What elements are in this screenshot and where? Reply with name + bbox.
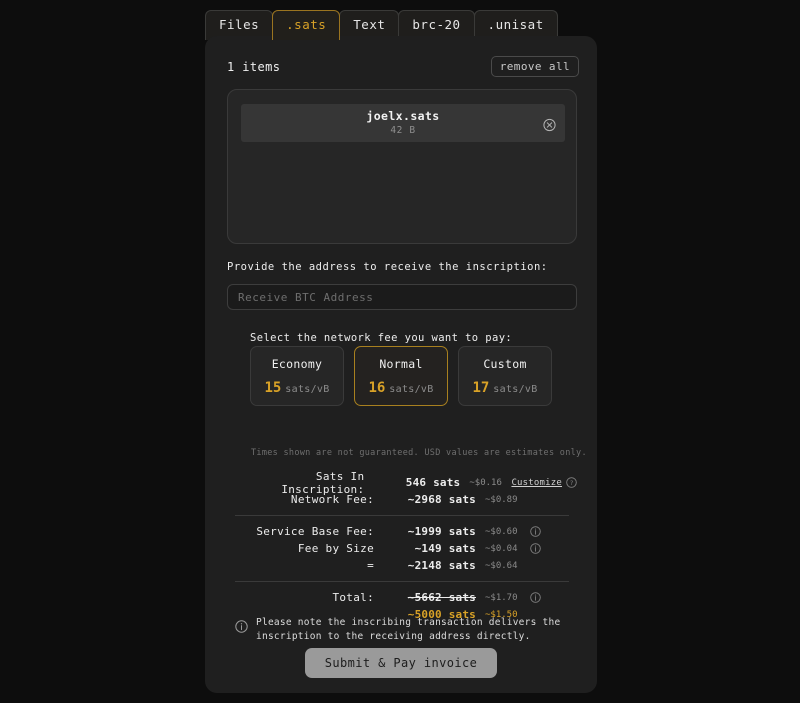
fee-option-rate: 17 [472,379,490,396]
table-row: = ~2148 sats ~$0.64 [227,557,577,574]
row-label: Service Base Fee: [256,525,374,538]
network-fee-options: Economy 15 sats/vB Normal 16 sats/vB Cus… [250,346,552,406]
row-usd: ~$0.60 [485,526,518,537]
table-row: Service Base Fee: ~1999 sats ~$0.60 [227,523,577,540]
network-fee-label: Select the network fee you want to pay: [250,332,513,344]
inscription-panel: 1 items remove all joelx.sats 42 B Provi… [205,36,597,693]
file-dropzone[interactable]: joelx.sats 42 B [227,89,577,244]
fee-option-value: 15 sats/vB [264,380,329,396]
fee-option-value: 16 sats/vB [368,380,433,396]
fee-option-value: 17 sats/vB [472,380,537,396]
address-label: Provide the address to receive the inscr… [227,261,548,273]
row-label: Sats In Inscription: [281,469,365,496]
fee-option-unit: sats/vB [285,383,330,395]
total-original-sats: ~5662 sats [407,591,476,604]
fee-option-name: Economy [271,356,323,371]
panel-toolbar: 1 items remove all [227,56,579,77]
items-count-label: 1 items [227,59,281,74]
customize-link[interactable]: Customize [511,478,562,488]
svg-text:?: ? [570,479,574,487]
fee-option-custom[interactable]: Custom 17 sats/vB [458,346,552,406]
table-row: Network Fee: ~2968 sats ~$0.89 [227,491,577,508]
fee-option-unit: sats/vB [493,383,538,395]
file-meta: joelx.sats 42 B [366,109,439,136]
info-circle-icon[interactable] [530,526,541,537]
table-row: Fee by Size ~149 sats ~$0.04 [227,540,577,557]
row-extra: Customize ? [511,477,577,488]
fee-option-name: Normal [379,356,423,371]
circle-x-icon[interactable] [543,117,556,132]
row-label: = [367,559,374,572]
fee-option-economy[interactable]: Economy 15 sats/vB [250,346,344,406]
row-label: Fee by Size [297,542,374,555]
fee-option-rate: 16 [368,379,386,396]
fee-disclaimer: Times shown are not guaranteed. USD valu… [251,448,587,458]
receive-address-input[interactable] [227,284,577,310]
row-usd: ~$0.89 [485,494,518,505]
row-sats: ~1999 sats [407,525,476,538]
app-root: Files .sats Text brc-20 .unisat 1 items … [0,0,800,703]
fee-option-name: Custom [483,356,527,371]
info-circle-icon[interactable] [530,543,541,554]
file-size: 42 B [390,124,416,136]
fee-option-rate: 15 [264,379,282,396]
row-sats: ~2968 sats [407,493,476,506]
row-sats: ~149 sats [414,542,476,555]
row-usd: ~$0.04 [485,543,518,554]
list-item[interactable]: joelx.sats 42 B [241,104,565,142]
table-row-total: Total: ~5662 sats ~$1.70 [227,589,577,606]
info-circle-icon[interactable] [530,592,541,603]
table-row: Sats In Inscription: 546 sats ~$0.16 Cus… [227,470,577,496]
info-circle-icon [235,618,248,637]
row-sats: 546 sats [405,476,461,489]
row-sats: ~2148 sats [407,559,476,572]
remove-all-button[interactable]: remove all [490,56,579,77]
delivery-note-text: Please note the inscribing transaction d… [256,617,561,643]
fee-option-normal[interactable]: Normal 16 sats/vB [354,346,448,406]
row-usd: ~$0.64 [485,560,518,571]
divider [235,581,569,582]
divider [235,515,569,516]
row-usd: ~$0.16 [469,477,502,488]
total-label: Total: [332,591,374,604]
fee-breakdown: Sats In Inscription: 546 sats ~$0.16 Cus… [227,470,577,623]
total-original-usd: ~$1.70 [485,592,518,603]
tab-sats[interactable]: .sats [272,10,341,40]
file-name: joelx.sats [366,109,440,124]
help-circle-icon[interactable]: ? [566,477,577,488]
delivery-note: Please note the inscribing transaction d… [235,616,571,645]
row-label: Network Fee: [290,493,374,506]
fee-option-unit: sats/vB [389,383,434,395]
submit-area: Submit & Pay invoice [205,648,597,678]
submit-pay-invoice-button[interactable]: Submit & Pay invoice [304,648,498,678]
